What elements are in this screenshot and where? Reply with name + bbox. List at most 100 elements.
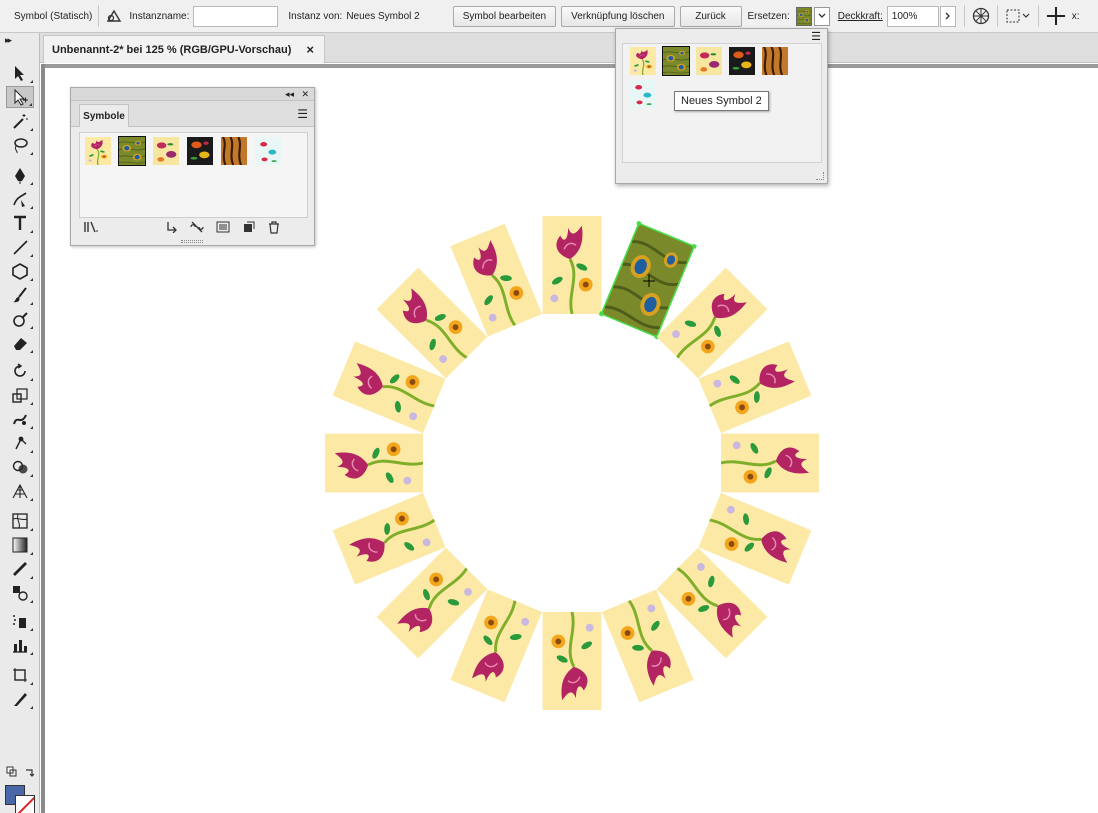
line-segment-tool-icon[interactable] [6, 236, 34, 258]
symbol-instance[interactable] [721, 433, 819, 493]
tool-flyout-indicator [30, 450, 33, 453]
symbol-swatch-floral-cyan[interactable] [254, 136, 282, 166]
instance-name-label: Instanzname: [129, 10, 190, 22]
scale-tool-icon[interactable] [6, 384, 34, 406]
replace-symbol-swatch[interactable] [795, 6, 812, 26]
tool-flyout-indicator [30, 80, 33, 83]
replace-swatch-peacock[interactable] [662, 46, 690, 76]
collapse-panel-icon[interactable]: ▸▸ [5, 35, 12, 46]
tool-flyout-indicator [30, 652, 33, 655]
replace-dropdown-toggle[interactable] [813, 6, 830, 26]
symbol-options-icon[interactable] [216, 221, 230, 236]
polygon-tool-icon[interactable] [6, 260, 34, 282]
opacity-label[interactable]: Deckkraft: [838, 11, 883, 22]
instance-name-input[interactable] [193, 5, 279, 27]
column-graph-tool-icon[interactable] [6, 634, 34, 656]
eraser-tool-icon[interactable] [6, 332, 34, 354]
rotate-tool-icon[interactable] [6, 360, 34, 382]
symbol-swatch-tiger-stripes[interactable] [220, 136, 248, 166]
replace-swatch-floral-cyan[interactable] [629, 79, 657, 109]
selection-tool-icon[interactable] [6, 62, 34, 84]
dropdown-menu-icon[interactable]: ☰ [811, 30, 821, 43]
panel-menu-icon[interactable]: ☰ [297, 107, 308, 121]
control-separator [1037, 5, 1039, 27]
replace-swatch-floral-yellow[interactable] [629, 46, 657, 76]
puppet-warp-tool-icon[interactable] [6, 432, 34, 454]
reset-button[interactable]: Zurück [679, 5, 742, 27]
pen-tool-icon[interactable] [6, 164, 34, 186]
symbol-swatch-floral-pink[interactable] [152, 136, 180, 166]
replace-swatch-floral-dark[interactable] [728, 46, 756, 76]
tool-flyout-indicator [30, 528, 33, 531]
transform-reference-icon[interactable] [1045, 5, 1067, 27]
direct-selection-tool-icon[interactable] [6, 86, 34, 108]
symbol-libraries-icon[interactable] [83, 221, 99, 236]
tool-flyout-indicator [30, 350, 33, 353]
tool-flyout-indicator [30, 402, 33, 405]
instance-of-label: Instanz von: [288, 10, 343, 22]
replace-swatch-tiger-stripes[interactable] [761, 46, 789, 76]
dropdown-resize-grip[interactable] [816, 172, 824, 180]
new-symbol-icon[interactable] [243, 221, 255, 236]
symbols-list [79, 132, 308, 218]
symbol-instance[interactable] [325, 433, 423, 493]
break-link-icon[interactable] [189, 221, 205, 236]
eyedropper-tool-icon[interactable] [6, 558, 34, 580]
tool-flyout-indicator [30, 706, 33, 709]
control-separator [996, 5, 998, 27]
shape-builder-tool-icon[interactable] [6, 456, 34, 478]
object-type-label: Symbol (Statisch) [14, 10, 93, 22]
curvature-tool-icon[interactable] [6, 188, 34, 210]
gradient-tool-icon[interactable] [6, 534, 34, 556]
paintbrush-tool-icon[interactable] [6, 284, 34, 306]
place-symbol-instance-icon[interactable] [165, 221, 179, 236]
swap-arrow-icon[interactable] [24, 766, 36, 778]
slice-tool-icon[interactable] [6, 688, 34, 710]
type-tool-icon[interactable] [6, 212, 34, 234]
collapse-panel-icon[interactable]: ◂◂ [285, 88, 294, 101]
document-tab[interactable]: Unbenannt-2* bei 125 % (RGB/GPU-Vorschau… [43, 35, 325, 63]
tool-flyout-indicator [30, 278, 33, 281]
mesh-tool-icon[interactable] [6, 510, 34, 532]
tool-flyout-indicator [30, 426, 33, 429]
tool-flyout-indicator [30, 682, 33, 685]
swap-fill-stroke-icon[interactable] [6, 766, 18, 778]
close-panel-icon[interactable]: ✕ [301, 88, 309, 101]
tool-flyout-indicator [30, 378, 33, 381]
symbol-instance[interactable] [542, 612, 602, 710]
replace-swatch-floral-pink[interactable] [695, 46, 723, 76]
edit-symbol-button[interactable]: Symbol bearbeiten [452, 5, 557, 27]
symbol-instance[interactable] [542, 216, 602, 314]
blend-tool-icon[interactable] [6, 582, 34, 604]
chevron-right-icon [945, 12, 950, 20]
tab-symbols[interactable]: Symbole [79, 104, 129, 127]
lasso-tool-icon[interactable] [6, 134, 34, 156]
tool-flyout-indicator [30, 576, 33, 579]
symbol-swatch-peacock[interactable] [118, 136, 146, 166]
tool-flyout-indicator [30, 474, 33, 477]
replace-label: Ersetzen: [747, 10, 790, 22]
opacity-input[interactable] [886, 5, 939, 27]
stroke-color-swatch[interactable] [15, 795, 35, 813]
recolor-artwork-icon[interactable] [971, 6, 991, 26]
artboard-tool-icon[interactable] [6, 664, 34, 686]
symbol-swatch-floral-yellow[interactable] [84, 136, 112, 166]
instance-of-value: Neues Symbol 2 [346, 10, 420, 22]
symbol-options-icon[interactable] [105, 7, 123, 25]
blob-brush-tool-icon[interactable] [6, 308, 34, 330]
warp-tool-icon[interactable] [6, 408, 34, 430]
align-options-icon[interactable] [1004, 6, 1032, 26]
tool-flyout-indicator [30, 628, 33, 631]
symbol-swatch-floral-dark[interactable] [186, 136, 214, 166]
tool-flyout-indicator [30, 230, 33, 233]
symbol-sprayer-tool-icon[interactable] [6, 610, 34, 632]
symbols-panel-footer [71, 220, 314, 238]
close-tab-icon[interactable]: × [306, 42, 314, 57]
magic-wand-tool-icon[interactable] [6, 110, 34, 132]
break-link-button[interactable]: Verknüpfung löschen [561, 5, 675, 27]
opacity-arrow-button[interactable] [939, 5, 956, 27]
delete-symbol-icon[interactable] [268, 221, 280, 237]
perspective-grid-tool-icon[interactable] [6, 480, 34, 502]
panel-resize-grip[interactable] [181, 240, 203, 243]
panel-titlebar[interactable]: ◂◂ ✕ [71, 88, 314, 101]
